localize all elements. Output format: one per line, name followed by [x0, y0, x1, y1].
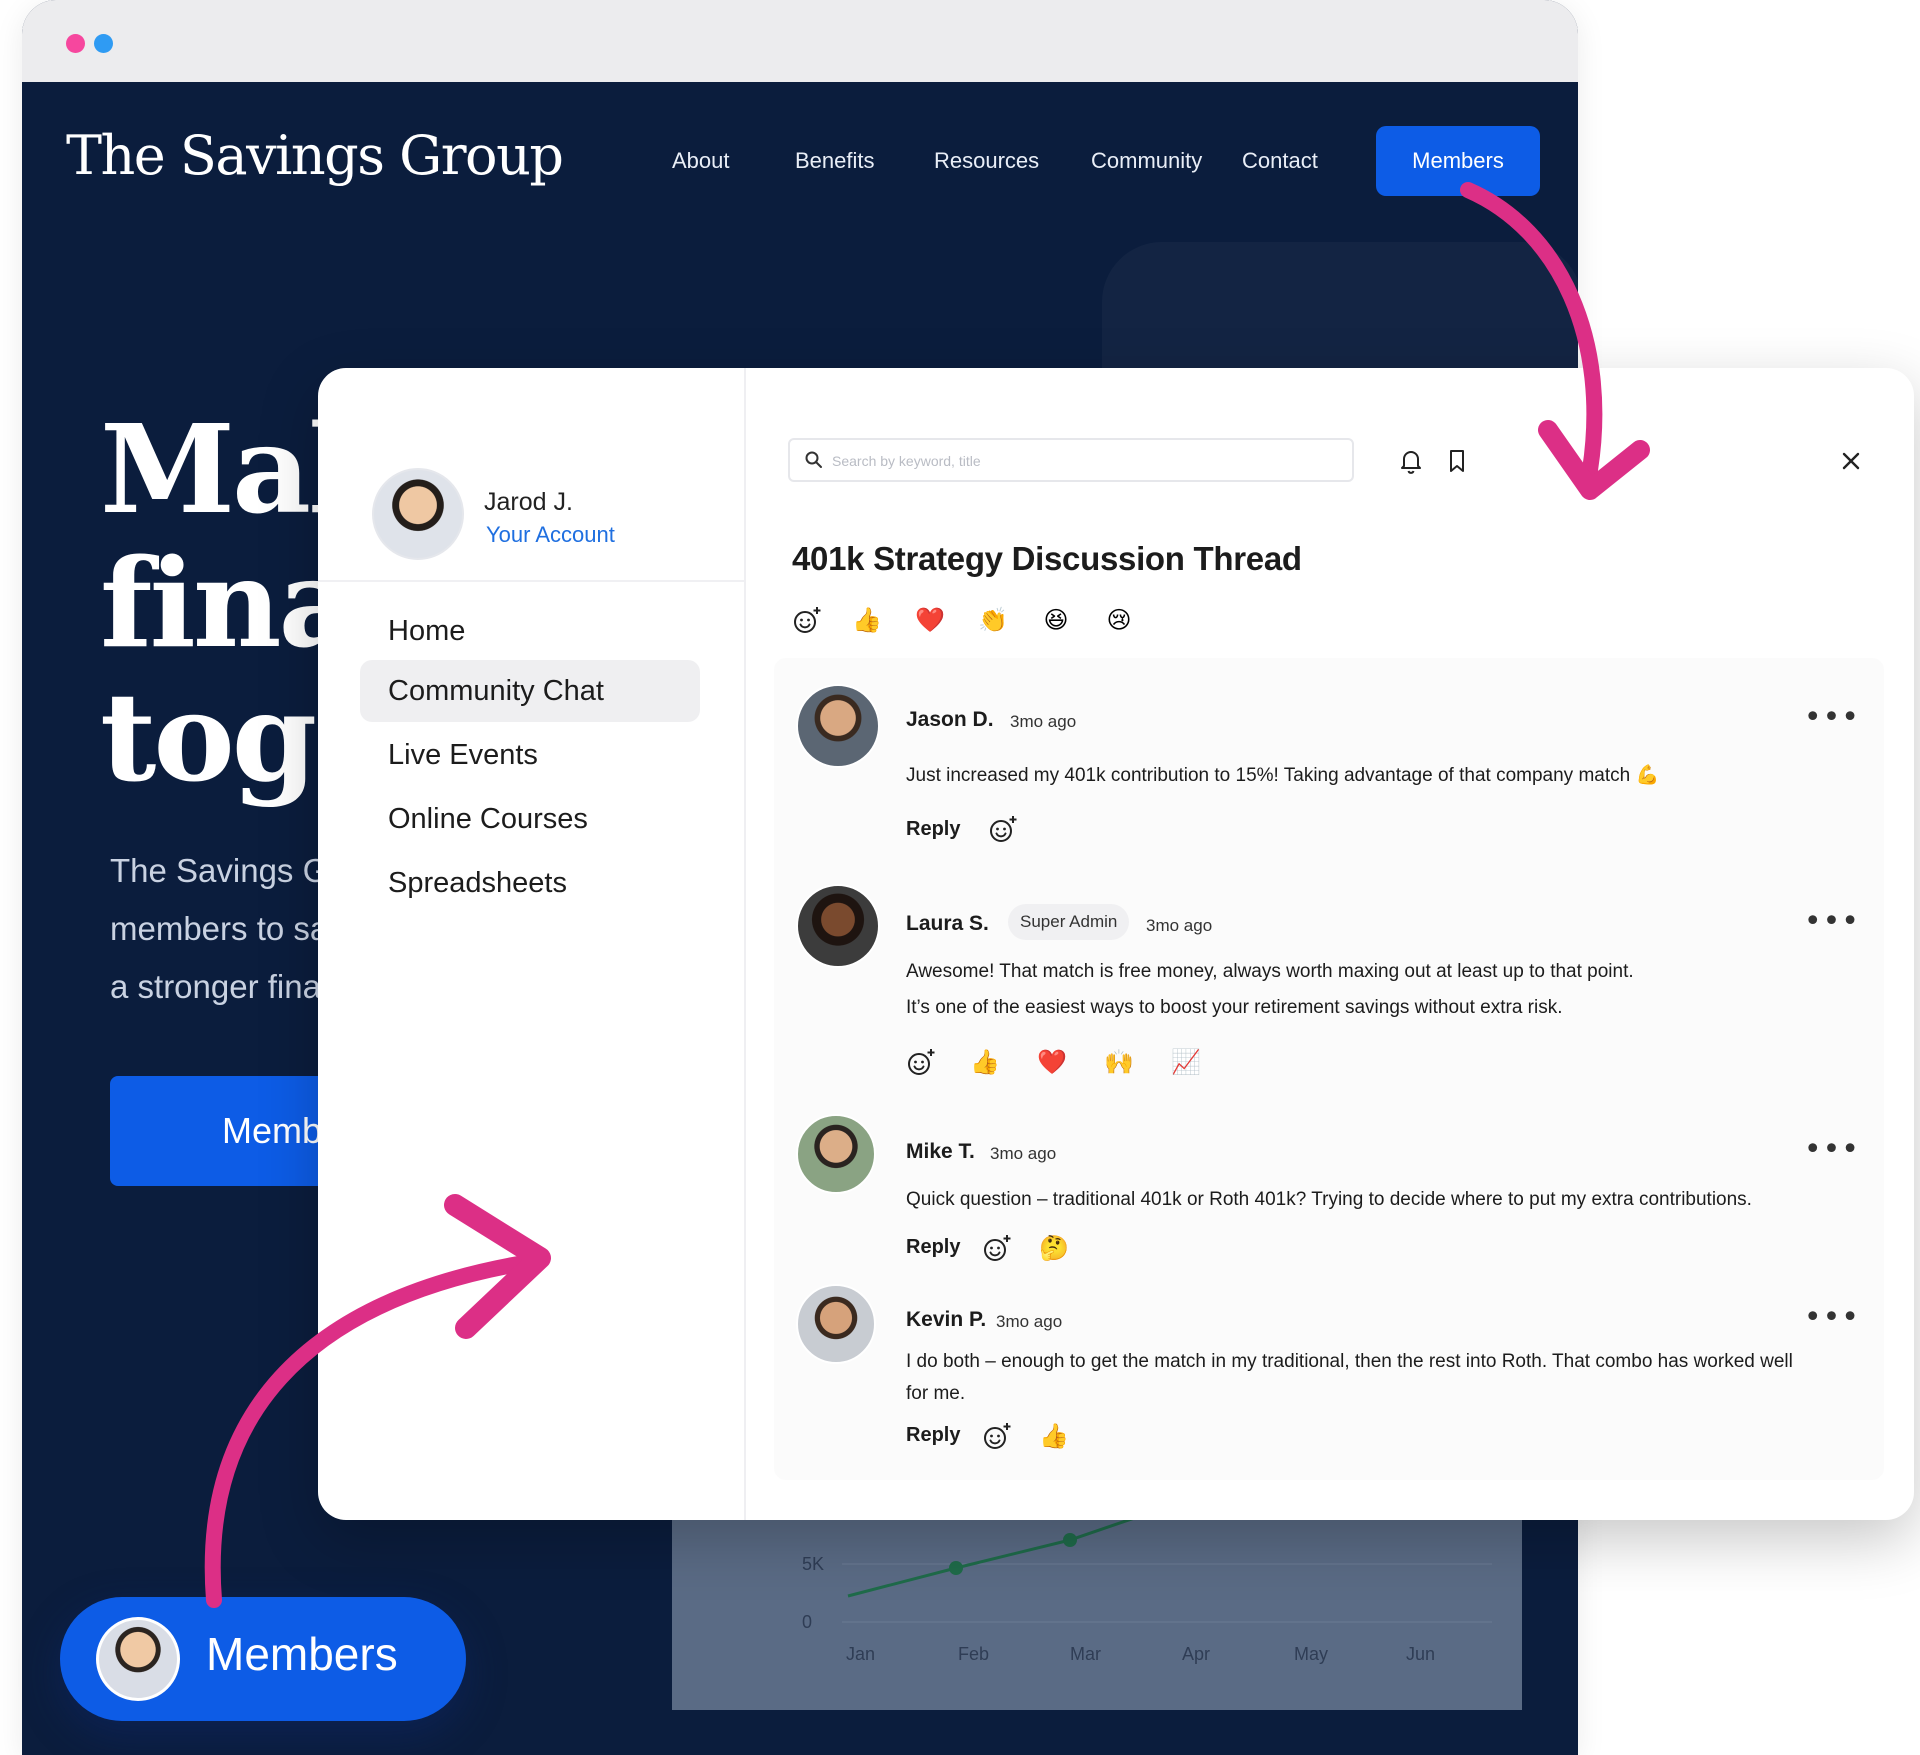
comment-author[interactable]: Laura S. [906, 912, 989, 936]
comment-reactions: 👍 ❤️ 🙌 📈 [904, 1042, 1206, 1082]
comment-reactions: 🤔 [980, 1228, 1074, 1268]
avatar[interactable] [796, 1284, 876, 1364]
role-badge: Super Admin [1008, 904, 1130, 940]
reply-button[interactable]: Reply [906, 1236, 960, 1259]
divider [318, 580, 744, 582]
your-account-link[interactable]: Your Account [486, 522, 615, 548]
nav-about[interactable]: About [672, 148, 730, 174]
sidebar-item-home[interactable]: Home [360, 600, 700, 662]
comment-text: I do both – enough to get the match in m… [906, 1351, 1793, 1404]
reaction-raised-hands[interactable]: 🙌 [1099, 1042, 1139, 1082]
reaction-thumbs-up[interactable]: 👍 [1034, 1416, 1074, 1456]
reply-button[interactable]: Reply [906, 1424, 960, 1447]
comment-time: 3mo ago [1146, 916, 1213, 935]
reply-button[interactable]: Reply [906, 818, 960, 841]
comment-author[interactable]: Mike T. [906, 1140, 975, 1164]
comment-thread: Jason D. 3mo ago ••• Just increased my 4… [774, 658, 1884, 1480]
nav-contact[interactable]: Contact [1242, 148, 1318, 174]
search-icon [805, 451, 822, 468]
comment-time: 3mo ago [996, 1312, 1063, 1331]
chart-y-tick: 5K [802, 1554, 824, 1574]
sidebar-item-community-chat[interactable]: Community Chat [360, 660, 700, 722]
reaction-thumbs-up[interactable]: 👍 [965, 1042, 1005, 1082]
add-reaction-icon[interactable] [904, 1045, 938, 1079]
avatar [96, 1617, 180, 1701]
chart-x-tick: Jan [846, 1644, 875, 1664]
reaction-clap[interactable]: 👏 [973, 600, 1013, 640]
more-options-button[interactable]: ••• [1804, 703, 1860, 733]
reaction-laugh[interactable]: 😆 [1036, 600, 1076, 640]
search-input[interactable] [830, 446, 1334, 476]
reaction-chart-increasing[interactable]: 📈 [1166, 1042, 1206, 1082]
window-dot-pink[interactable] [66, 34, 85, 53]
comment-author[interactable]: Jason D. [906, 708, 994, 732]
site-logo[interactable]: The Savings Group [66, 124, 564, 187]
add-reaction-icon[interactable] [790, 603, 824, 637]
thread-title: 401k Strategy Discussion Thread [792, 540, 1302, 577]
reaction-heart[interactable]: ❤️ [910, 600, 950, 640]
nav-benefits[interactable]: Benefits [795, 148, 875, 174]
sidebar-item-online-courses[interactable]: Online Courses [360, 788, 700, 850]
thread-reactions: 👍 ❤️ 👏 😆 😢 [790, 600, 1139, 640]
avatar[interactable] [796, 884, 880, 968]
nav-members-button[interactable]: Members [1376, 126, 1540, 196]
browser-title-bar [22, 0, 1578, 82]
add-reaction-icon[interactable] [980, 1419, 1014, 1453]
comment-text: Quick question – traditional 401k or Rot… [906, 1189, 1752, 1210]
comment-time: 3mo ago [1010, 712, 1077, 731]
reaction-cry[interactable]: 😢 [1099, 600, 1139, 640]
avatar[interactable] [796, 1114, 876, 1194]
sidebar-item-live-events[interactable]: Live Events [360, 724, 700, 786]
chart-point [1063, 1533, 1077, 1547]
window-dot-blue[interactable] [94, 34, 113, 53]
chart-x-tick: May [1294, 1644, 1328, 1664]
chart-x-tick: Mar [1070, 1644, 1101, 1664]
sidebar-item-spreadsheets[interactable]: Spreadsheets [360, 852, 700, 914]
comment-author[interactable]: Kevin P. [906, 1308, 986, 1332]
add-reaction-icon[interactable] [980, 1231, 1014, 1265]
more-options-button[interactable]: ••• [1804, 1135, 1860, 1165]
comment-text: Just increased my 401k contribution to 1… [906, 765, 1660, 786]
chart-y-tick: 0 [802, 1612, 812, 1632]
bell-icon[interactable] [1396, 446, 1426, 476]
chart-x-tick: Feb [958, 1644, 989, 1664]
members-label: Members [206, 1628, 398, 1680]
members-floating-button[interactable]: Members [60, 1597, 466, 1721]
avatar[interactable] [796, 684, 880, 768]
comment-text: Awesome! That match is free money, alway… [906, 961, 1634, 1018]
modal-main: 401k Strategy Discussion Thread 👍 ❤️ 👏 😆… [746, 368, 1914, 1520]
add-reaction-icon[interactable] [986, 812, 1020, 846]
nav-resources[interactable]: Resources [934, 148, 1039, 174]
nav-community[interactable]: Community [1091, 148, 1202, 174]
close-icon[interactable] [1838, 448, 1864, 474]
reaction-thinking[interactable]: 🤔 [1034, 1228, 1074, 1268]
more-options-button[interactable]: ••• [1804, 1303, 1860, 1333]
avatar[interactable] [372, 468, 464, 560]
profile-name: Jarod J. [484, 488, 573, 516]
chart-x-tick: Jun [1406, 1644, 1435, 1664]
community-modal: Jarod J. Your Account Home Community Cha… [318, 368, 1914, 1520]
reaction-thumbs-up[interactable]: 👍 [847, 600, 887, 640]
chart-series-line [847, 1510, 1153, 1598]
comment-time: 3mo ago [990, 1144, 1057, 1163]
more-options-button[interactable]: ••• [1804, 907, 1860, 937]
modal-sidebar: Jarod J. Your Account Home Community Cha… [318, 368, 746, 1520]
bookmark-icon[interactable] [1442, 446, 1472, 476]
search-box [788, 438, 1354, 482]
chart-x-tick: Apr [1182, 1644, 1210, 1664]
reaction-heart[interactable]: ❤️ [1032, 1042, 1072, 1082]
comment-reactions: 👍 [980, 1416, 1074, 1456]
chart-point [949, 1561, 963, 1575]
